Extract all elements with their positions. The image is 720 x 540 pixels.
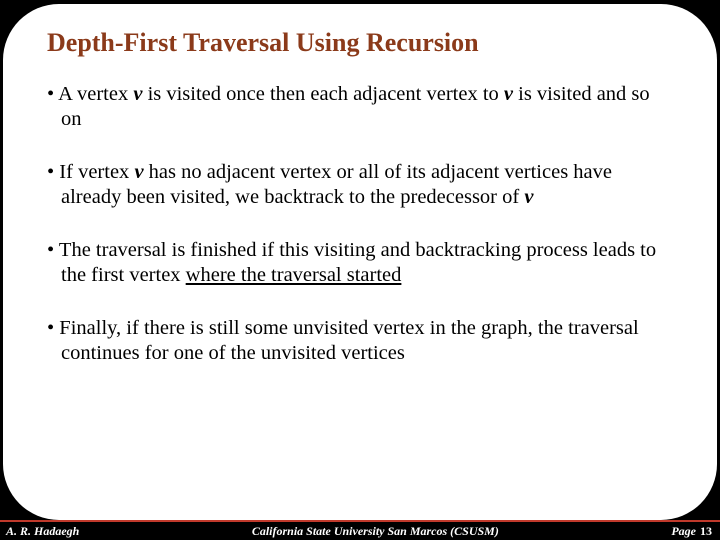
page-label: Page <box>671 524 696 538</box>
bullet-text: • Finally, if there is still some unvisi… <box>47 317 639 364</box>
bullet-item: • Finally, if there is still some unvisi… <box>47 316 673 366</box>
bullet-text: is visited once then each adjacent verte… <box>142 83 503 105</box>
bullet-text: • If vertex <box>47 161 134 183</box>
bullet-item: • The traversal is finished if this visi… <box>47 238 673 288</box>
var-v: v <box>134 161 143 183</box>
bullet-text: • A vertex <box>47 83 133 105</box>
footer-bar: A. R. Hadaegh California State Universit… <box>0 520 720 540</box>
underlined-phrase: where the traversal started <box>186 264 402 286</box>
footer-page: Page 13 <box>671 524 720 539</box>
bullet-item: • A vertex v is visited once then each a… <box>47 82 673 132</box>
slide-card: Depth-First Traversal Using Recursion • … <box>3 4 717 520</box>
page-number: 13 <box>700 524 712 538</box>
footer-institution: California State University San Marcos (… <box>79 524 671 539</box>
bullet-list: • A vertex v is visited once then each a… <box>47 82 673 366</box>
footer-author: A. R. Hadaegh <box>0 524 79 539</box>
slide-title: Depth-First Traversal Using Recursion <box>47 28 673 58</box>
var-v: v <box>504 83 513 105</box>
var-v: v <box>524 186 533 208</box>
bullet-item: • If vertex v has no adjacent vertex or … <box>47 160 673 210</box>
